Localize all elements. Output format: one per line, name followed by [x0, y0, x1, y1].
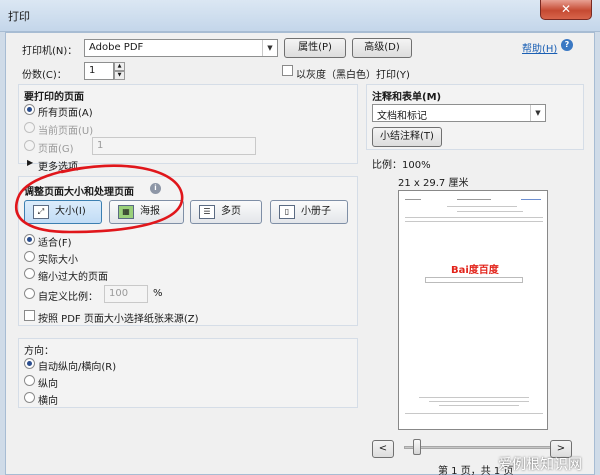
orientation-title: 方向： [24, 346, 54, 357]
paper-size-label: 21 x 29.7 厘米 [398, 178, 469, 189]
paper-source-label: 按照 PDF 页面大小选择纸张来源(Z) [38, 314, 199, 325]
shrink-oversized-label: 缩小过大的页面 [38, 272, 108, 283]
portrait-radio[interactable] [24, 375, 35, 386]
summarize-comments-button[interactable]: 小结注释(T) [372, 127, 442, 147]
page-slider-track[interactable] [404, 446, 554, 449]
pages-title: 要打印的页面 [24, 92, 84, 103]
multiple-mode-button[interactable]: ☰ 多页 [190, 200, 262, 224]
multiple-mode-label: 多页 [221, 206, 241, 217]
page-preview: Bai度百度 [398, 190, 548, 430]
preview-search-box [425, 277, 523, 283]
multiple-pages-icon: ☰ [199, 205, 215, 219]
copies-label: 份数(C)： [22, 70, 67, 81]
help-icon[interactable]: ? [561, 39, 573, 51]
info-icon[interactable]: i [150, 183, 161, 194]
poster-mode-label: 海报 [140, 206, 160, 217]
percent-label: % [153, 288, 163, 299]
page-slider-thumb[interactable] [413, 439, 421, 455]
current-page-label: 当前页面(U) [38, 126, 94, 137]
all-pages-radio[interactable] [24, 104, 35, 115]
baidu-logo: Bai度百度 [451, 265, 499, 276]
title-bar: 打印 ✕ [0, 0, 600, 32]
advanced-button[interactable]: 高级(D) [352, 38, 412, 58]
help-link[interactable]: 帮助(H) [522, 40, 557, 55]
comments-value: 文档和标记 [377, 111, 427, 122]
pages-range-value: 1 [97, 140, 104, 151]
pages-range-input[interactable]: 1 [92, 137, 256, 155]
copies-input[interactable]: 1 [84, 62, 114, 80]
sizing-title: 调整页面大小和处理页面 [24, 187, 134, 198]
current-page-radio[interactable] [24, 122, 35, 133]
all-pages-label: 所有页面(A) [38, 108, 93, 119]
auto-orientation-radio[interactable] [24, 358, 35, 369]
chevron-down-icon: ▼ [262, 40, 277, 56]
paper-source-checkbox[interactable] [24, 310, 35, 321]
close-button[interactable]: ✕ [540, 0, 592, 20]
poster-icon: ▦ [118, 205, 134, 219]
size-mode-label: 大小(I) [55, 206, 86, 217]
printer-select[interactable]: Adobe PDF ▼ [84, 39, 278, 57]
custom-scale-input[interactable]: 100 [104, 285, 148, 303]
auto-orientation-label: 自动纵向/横向(R) [38, 362, 117, 373]
custom-scale-radio[interactable] [24, 288, 35, 299]
properties-button[interactable]: 属性(P) [284, 38, 346, 58]
copies-down-arrow-icon[interactable]: ▼ [114, 71, 125, 80]
actual-size-radio[interactable] [24, 251, 35, 262]
pages-radio[interactable] [24, 140, 35, 151]
copies-value: 1 [89, 65, 96, 76]
expand-triangle-icon[interactable]: ▶ [27, 158, 33, 167]
landscape-radio[interactable] [24, 392, 35, 403]
booklet-icon: ▯ [279, 205, 295, 219]
landscape-label: 横向 [38, 396, 58, 407]
copies-up-arrow-icon[interactable]: ▲ [114, 62, 125, 71]
fit-radio[interactable] [24, 234, 35, 245]
size-mode-button[interactable]: ⤢ 大小(I) [24, 200, 102, 224]
comments-title: 注释和表单(M) [372, 92, 442, 103]
scale-label: 比例：100% [372, 160, 431, 171]
orientation-panel [18, 338, 358, 408]
size-icon: ⤢ [33, 205, 49, 219]
custom-scale-value: 100 [109, 288, 129, 299]
previous-page-button[interactable]: < [372, 440, 394, 458]
printer-label: 打印机(N)： [22, 46, 78, 57]
chevron-down-icon: ▼ [530, 105, 545, 121]
pages-label: 页面(G) [38, 144, 74, 155]
shrink-oversized-radio[interactable] [24, 268, 35, 279]
booklet-mode-label: 小册子 [301, 206, 331, 217]
grayscale-label: 以灰度（黑白色）打印(Y) [296, 70, 410, 81]
comments-select[interactable]: 文档和标记 ▼ [372, 104, 546, 122]
more-options-link[interactable]: 更多选项 [38, 158, 78, 173]
booklet-mode-button[interactable]: ▯ 小册子 [270, 200, 348, 224]
watermark-text: 爱例根知识网 [498, 457, 582, 473]
fit-label: 适合(F) [38, 238, 72, 249]
actual-size-label: 实际大小 [38, 255, 78, 266]
poster-mode-button[interactable]: ▦ 海报 [109, 200, 184, 224]
printer-value: Adobe PDF [89, 42, 144, 53]
portrait-label: 纵向 [38, 379, 58, 390]
window-title: 打印 [8, 10, 30, 23]
grayscale-checkbox[interactable] [282, 65, 293, 76]
custom-scale-label: 自定义比例： [38, 292, 98, 303]
